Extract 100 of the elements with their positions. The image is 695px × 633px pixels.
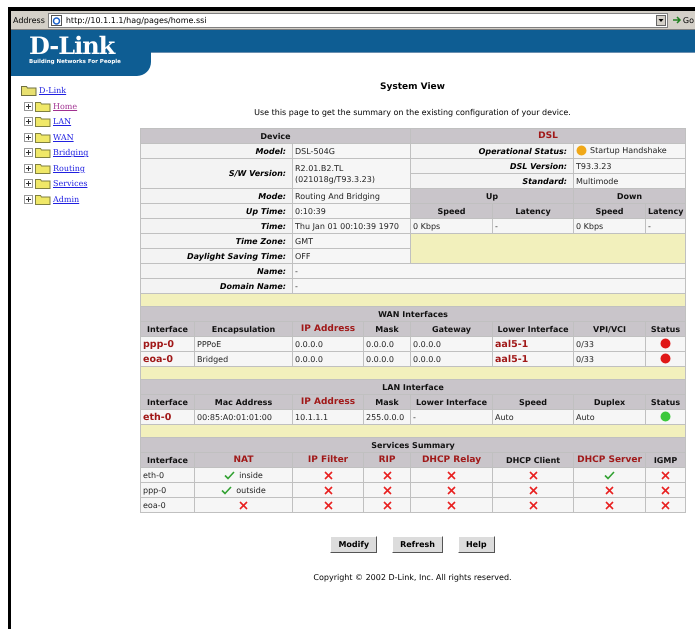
tree-link[interactable]: D-Link bbox=[39, 86, 66, 96]
folder-icon bbox=[35, 100, 51, 112]
tree-link[interactable]: Bridging bbox=[53, 148, 88, 158]
field-label: Standard: bbox=[410, 174, 574, 188]
tree-link[interactable]: Home bbox=[53, 102, 78, 111]
expander-icon[interactable] bbox=[24, 102, 33, 111]
field-value: Thu Jan 01 00:10:39 1970 bbox=[292, 218, 411, 234]
table-cell: eth-0 bbox=[140, 468, 194, 482]
table-cell: Auto bbox=[574, 410, 646, 424]
tree-link[interactable]: LAN bbox=[53, 117, 72, 126]
column-header: DHCP Client bbox=[492, 452, 574, 468]
expander-icon[interactable] bbox=[24, 148, 33, 158]
field-value: Startup Handshake bbox=[590, 146, 667, 154]
field-label: Operational Status: bbox=[410, 144, 574, 158]
table-cell: 0.0.0.0 bbox=[364, 352, 411, 366]
table-cell: 255.0.0.0 bbox=[364, 410, 411, 424]
expander-icon[interactable] bbox=[24, 132, 33, 142]
field-value: - bbox=[292, 264, 686, 278]
column-header: Gateway bbox=[410, 322, 493, 336]
column-header: Status bbox=[646, 394, 686, 410]
folder-icon bbox=[35, 162, 51, 174]
folder-icon bbox=[35, 194, 51, 205]
folder-icon bbox=[35, 147, 51, 158]
field-label: Time Zone: bbox=[140, 234, 292, 248]
column-header: Speed bbox=[410, 204, 493, 218]
field-value: 0:10:39 bbox=[292, 204, 411, 218]
field-value: OFF bbox=[292, 248, 411, 264]
tree-link[interactable]: Routing bbox=[53, 164, 86, 173]
column-header: IGMP bbox=[646, 452, 686, 468]
column-header: IP Address bbox=[292, 394, 364, 410]
nat-mode-label: outside bbox=[236, 486, 266, 495]
table-cell: 00:85:A0:01:01:00 bbox=[194, 410, 292, 424]
expander-icon[interactable] bbox=[24, 117, 33, 126]
action-button[interactable]: Modify bbox=[330, 536, 378, 553]
interface-link[interactable]: aal5-1 bbox=[492, 336, 574, 352]
column-header: Lower Interface bbox=[410, 394, 493, 410]
table-cell: 0/33 bbox=[574, 336, 646, 352]
folder-icon bbox=[35, 178, 51, 190]
expander-icon[interactable] bbox=[24, 179, 33, 188]
column-header: Speed bbox=[492, 394, 574, 410]
column-header: IP Filter bbox=[292, 452, 364, 468]
nat-mode-label: inside bbox=[239, 470, 263, 480]
table-cell: 0 Kbps bbox=[574, 218, 646, 234]
arrow-icon bbox=[672, 15, 682, 25]
column-header: Latency bbox=[492, 204, 574, 218]
column-header: Mac Address bbox=[194, 394, 292, 410]
field-label: S/W Version: bbox=[140, 158, 292, 188]
interface-link[interactable]: eth-0 bbox=[140, 410, 194, 424]
field-label: Name: bbox=[140, 264, 292, 278]
address-label: Address bbox=[13, 16, 45, 24]
table-cell: 0.0.0.0 bbox=[410, 336, 493, 352]
table-cell: 0.0.0.0 bbox=[410, 352, 493, 366]
field-label: Time: bbox=[140, 218, 292, 234]
column-header: Up bbox=[410, 188, 574, 204]
address-field[interactable]: http://10.1.1.1/hag/pages/home.ssi bbox=[48, 12, 668, 28]
field-value: - bbox=[292, 278, 686, 294]
column-header: DHCP Relay bbox=[410, 452, 493, 468]
table-cell: 0/33 bbox=[574, 352, 646, 366]
field-label: DSL Version: bbox=[410, 158, 574, 174]
interface-link[interactable]: aal5-1 bbox=[492, 352, 574, 366]
page-icon bbox=[50, 14, 62, 26]
page-description: Use this page to get the summary on the existing configuration of your device. bbox=[253, 108, 572, 119]
table-cell: 10.1.1.1 bbox=[292, 410, 364, 424]
field-label: Domain Name: bbox=[140, 278, 292, 294]
folder-icon bbox=[35, 132, 51, 143]
interface-link[interactable]: ppp-0 bbox=[140, 336, 194, 352]
column-header: Latency bbox=[646, 204, 686, 218]
tree-link[interactable]: WAN bbox=[53, 132, 74, 142]
table-cell: 0.0.0.0 bbox=[364, 336, 411, 352]
interface-link[interactable]: eoa-0 bbox=[140, 352, 194, 366]
expander-icon[interactable] bbox=[24, 194, 33, 204]
table-cell: Auto bbox=[492, 410, 574, 424]
section-header: DSL bbox=[410, 128, 686, 144]
go-button[interactable]: Go bbox=[670, 15, 695, 25]
column-header: Speed bbox=[574, 204, 646, 218]
column-header: Down bbox=[574, 188, 686, 204]
table-cell: - bbox=[410, 410, 493, 424]
action-button[interactable]: Refresh bbox=[392, 536, 443, 553]
field-value: DSL-504G bbox=[292, 144, 411, 158]
table-cell: 0.0.0.0 bbox=[292, 352, 364, 366]
dropdown-icon[interactable] bbox=[656, 14, 666, 26]
column-header: Lower Interface bbox=[492, 322, 574, 336]
column-header: NAT bbox=[194, 452, 292, 468]
column-header: RIP bbox=[364, 452, 411, 468]
action-button[interactable]: Help bbox=[458, 536, 495, 553]
field-label: Up Time: bbox=[140, 204, 292, 218]
column-header: Duplex bbox=[574, 394, 646, 410]
table-cell: 0 Kbps bbox=[410, 218, 493, 234]
expander-icon[interactable] bbox=[24, 164, 33, 173]
table-cell: ppp-0 bbox=[140, 482, 194, 498]
tree-link[interactable]: Services bbox=[53, 179, 88, 188]
column-header: Interface bbox=[140, 394, 194, 410]
field-value: R2.01.B2.TL (021018g/T93.3.23) bbox=[292, 158, 411, 188]
table-cell: Bridged bbox=[194, 352, 292, 366]
column-header: VPI/VCI bbox=[574, 322, 646, 336]
column-header: IP Address bbox=[292, 322, 364, 336]
tree-link[interactable]: Admin bbox=[53, 194, 80, 204]
field-label: Model: bbox=[140, 144, 292, 158]
column-header: Mask bbox=[364, 322, 411, 336]
section-header: LAN Interface bbox=[140, 380, 686, 394]
